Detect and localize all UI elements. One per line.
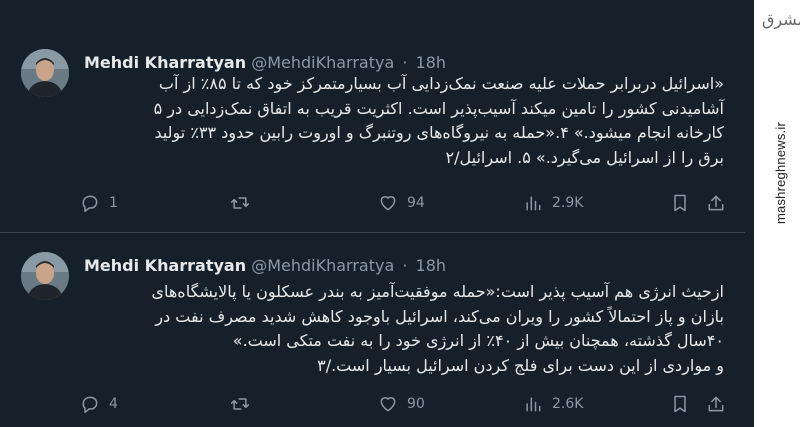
views-count: 2.9K (552, 195, 584, 211)
reply-count: 1 (109, 195, 118, 211)
watermark-logo: مشرق (762, 10, 800, 29)
tweet-text-line: آشامیدنی کشور را تامین میکند آسیب‌پذیر ا… (153, 98, 724, 118)
author-name[interactable]: Mehdi Kharratyan (84, 53, 246, 72)
watermark-panel: مشرق mashreghnews.ir (754, 0, 800, 427)
retweet-button[interactable] (230, 193, 259, 213)
like-button[interactable]: 94 (378, 193, 425, 213)
watermark-url: mashreghnews.ir (773, 122, 788, 224)
separator-dot: · (402, 256, 408, 275)
tweet-text-line: ۴۰سال گذشته، همچنان بیش از ۴۰٪ از انرژی … (232, 331, 724, 350)
views-button[interactable]: 2.6K (523, 394, 583, 414)
tweet-text: ازحیث انرژی هم آسیب پذیر است:«حمله موفقی… (84, 280, 724, 378)
tweet-text-line: کارخانه انجام میشود.» ۴.«حمله به نیروگاه… (154, 123, 724, 142)
tweet-text-line: برق را از اسرائیل می‌گیرد.» ۵. اسرائیل/۲ (445, 147, 724, 167)
avatar-image (21, 252, 69, 300)
views-icon (526, 196, 541, 211)
avatar[interactable] (21, 252, 69, 300)
share-button[interactable] (706, 193, 726, 213)
reply-icon (82, 396, 98, 414)
bookmark-button[interactable] (670, 193, 690, 213)
tweet-text-line: «اسرائیل دربرابر حملات علیه صنعت نمک‌زدا… (158, 74, 724, 93)
avatar[interactable] (21, 49, 69, 97)
share-button[interactable] (706, 394, 726, 414)
separator-dot: · (402, 53, 408, 72)
avatar-image (21, 49, 69, 97)
bookmark-icon (674, 194, 686, 212)
author-name[interactable]: Mehdi Kharratyan (84, 256, 246, 275)
reply-count: 4 (109, 396, 118, 412)
retweet-icon (230, 398, 250, 410)
tweet[interactable]: Mehdi Kharratyan @MehdiKharratya · 18h «… (0, 0, 745, 233)
timestamp[interactable]: 18h (416, 256, 447, 275)
like-button[interactable]: 90 (378, 394, 425, 414)
reply-button[interactable]: 4 (80, 394, 118, 414)
reply-icon (82, 195, 98, 213)
tweet-header: Mehdi Kharratyan @MehdiKharratya · 18h (84, 53, 446, 72)
author-handle[interactable]: @MehdiKharratya (251, 256, 394, 275)
heart-icon (380, 397, 396, 412)
views-button[interactable]: 2.9K (523, 193, 583, 213)
tweet-text-line: و مواردی از این دست برای فلج کردن اسرائی… (317, 355, 724, 375)
tweet-header: Mehdi Kharratyan @MehdiKharratya · 18h (84, 256, 446, 275)
heart-icon (380, 196, 396, 211)
action-bar: 1 94 2.9K (80, 193, 724, 221)
reply-button[interactable]: 1 (80, 193, 118, 213)
like-count: 94 (407, 195, 425, 211)
tweet-text-line: بازان و پاز احتمالاً کشور را ویران می‌کن… (155, 306, 724, 326)
action-bar: 4 90 2.6K (80, 394, 724, 422)
author-handle[interactable]: @MehdiKharratya (251, 53, 394, 72)
share-icon (708, 396, 724, 412)
retweet-icon (230, 197, 250, 209)
timestamp[interactable]: 18h (416, 53, 447, 72)
tweet-text: «اسرائیل دربرابر حملات علیه صنعت نمک‌زدا… (84, 72, 724, 170)
bookmark-button[interactable] (670, 394, 690, 414)
views-count: 2.6K (552, 396, 584, 412)
views-icon (526, 397, 541, 412)
bookmark-icon (674, 395, 686, 413)
share-icon (708, 195, 724, 211)
retweet-button[interactable] (230, 394, 259, 414)
like-count: 90 (407, 396, 425, 412)
tweet[interactable]: Mehdi Kharratyan @MehdiKharratya · 18h ا… (0, 233, 745, 427)
tweet-text-line: ازحیث انرژی هم آسیب پذیر است:«حمله موفقی… (151, 282, 724, 301)
